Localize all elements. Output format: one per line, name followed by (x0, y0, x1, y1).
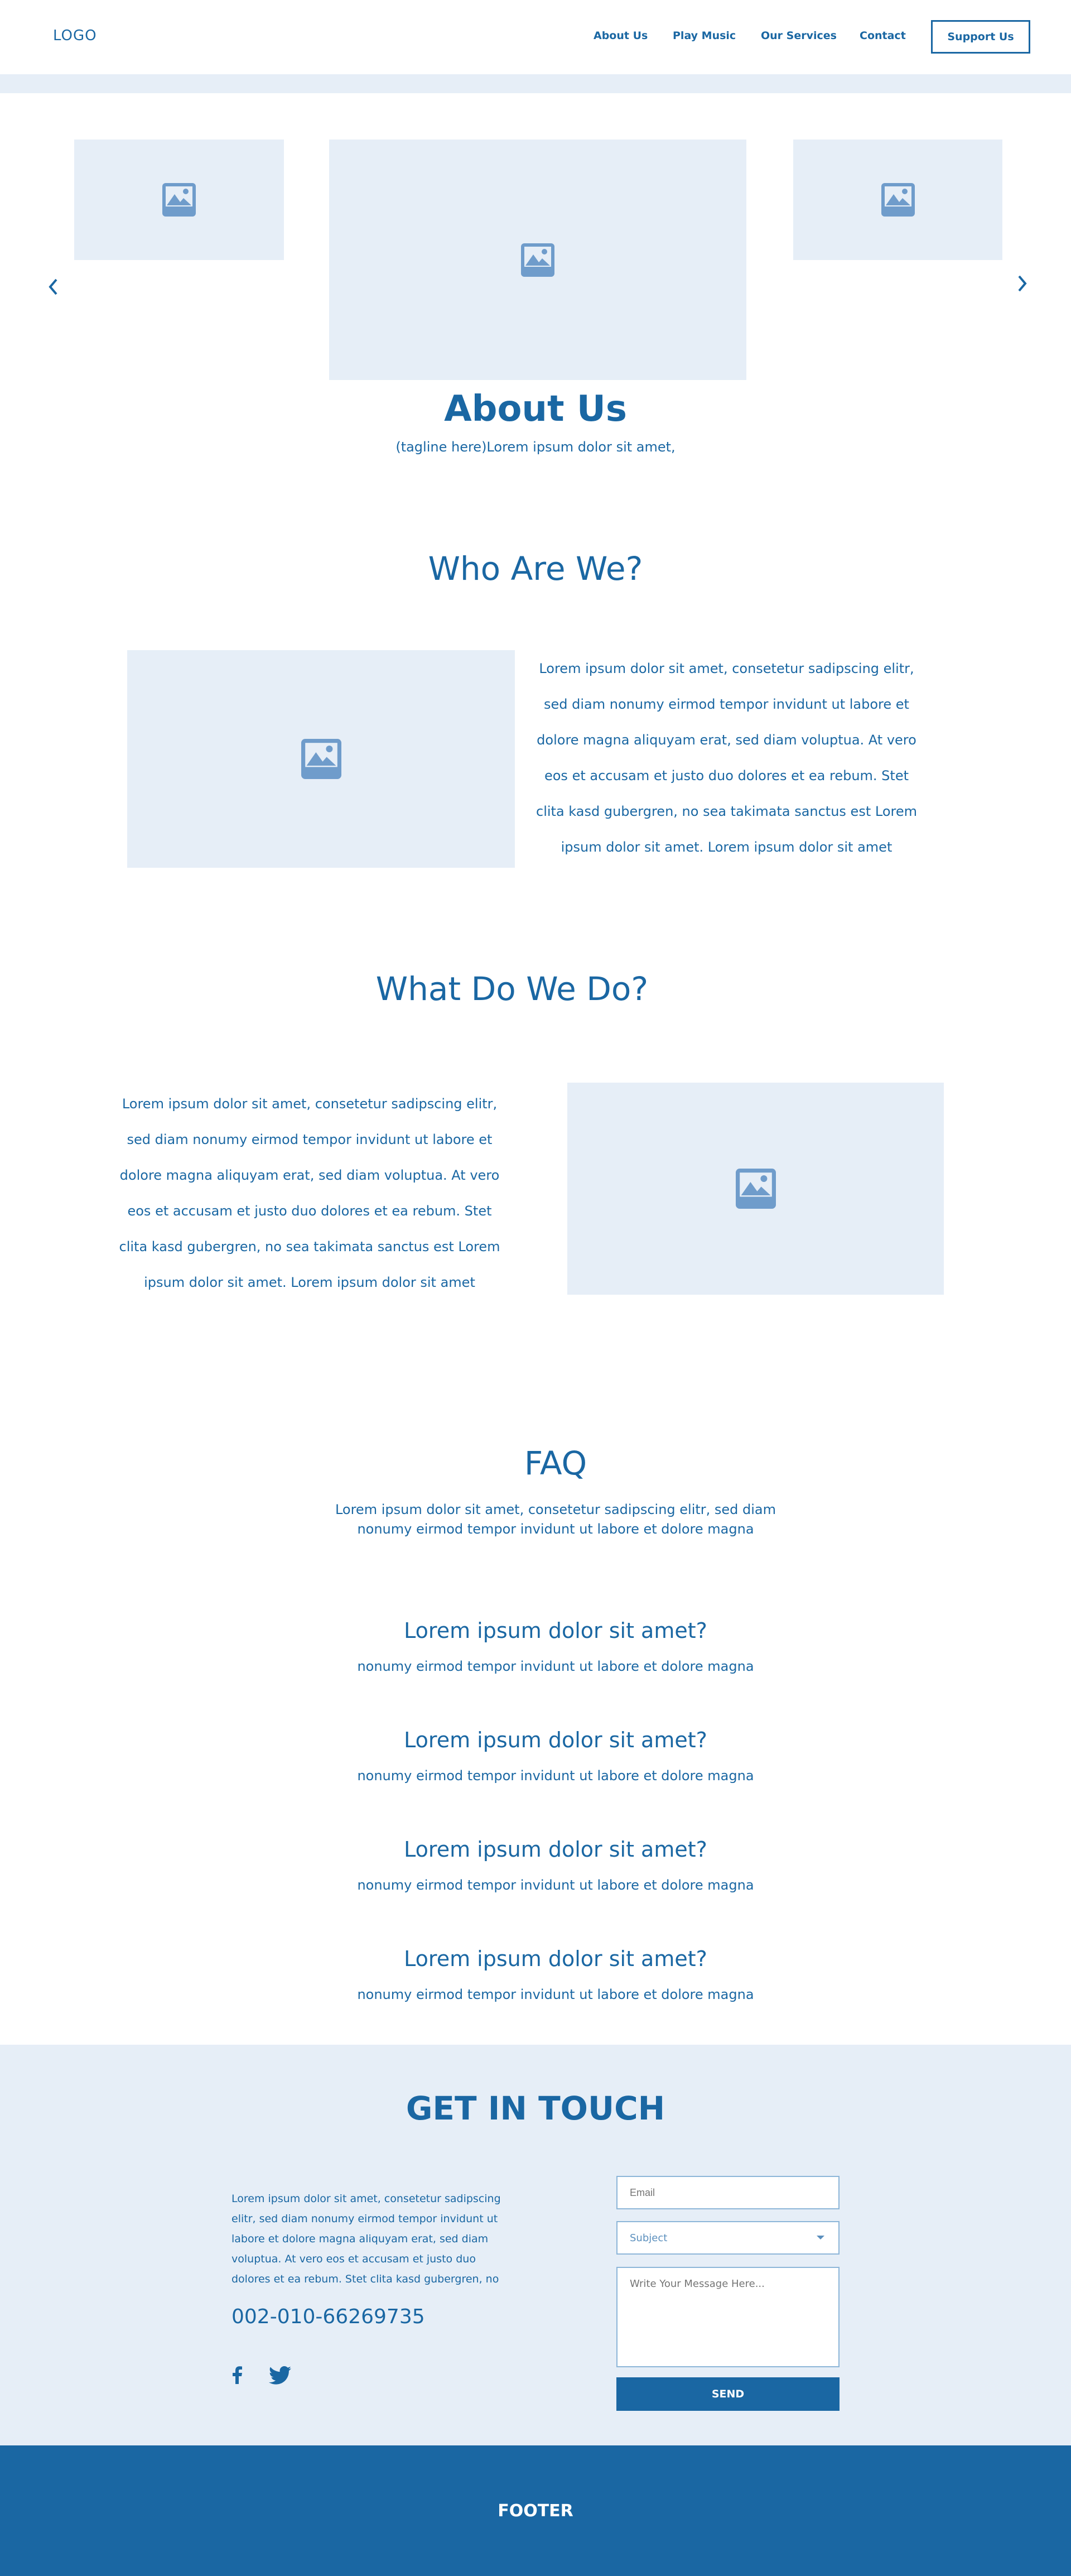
carousel-next-button[interactable] (1011, 272, 1033, 295)
faq-question[interactable]: Lorem ipsum dolor sit amet? (0, 1837, 1071, 1862)
image-icon (735, 1169, 776, 1209)
header-divider-band (0, 74, 1071, 93)
faq-item[interactable]: Lorem ipsum dolor sit amet? nonumy eirmo… (0, 1728, 1071, 1784)
about-us-title: About Us (444, 388, 627, 430)
who-are-we-text: Lorem ipsum dolor sit amet, consetetur s… (524, 651, 929, 865)
carousel-prev-button[interactable] (42, 276, 65, 298)
faq-question[interactable]: Lorem ipsum dolor sit amet? (0, 1947, 1071, 1971)
who-are-we-title: Who Are We? (428, 550, 643, 588)
faq-title: FAQ (524, 1444, 587, 1482)
faq-answer: nonumy eirmod tempor invidunt ut labore … (357, 1768, 754, 1784)
contact-text: Lorem ipsum dolor sit amet, consetetur s… (231, 2189, 533, 2289)
image-icon (162, 183, 196, 217)
text-line: Lorem ipsum dolor sit amet, consetetur s… (122, 1096, 498, 1112)
faq-intro: Lorem ipsum dolor sit amet, consetetur s… (0, 1500, 1071, 1539)
nav-contact[interactable]: Contact (860, 30, 906, 42)
twitter-icon[interactable] (269, 2366, 291, 2385)
subject-select[interactable]: Subject (616, 2221, 840, 2255)
subject-select-value: Subject (630, 2232, 668, 2244)
contact-title: GET IN TOUCH (406, 2089, 665, 2127)
site-footer: FOOTER (0, 2445, 1071, 2576)
text-line: clita kasd gubergren, no sea takimata sa… (119, 1239, 500, 1255)
chevron-right-icon (1018, 275, 1027, 292)
who-are-we-image (127, 650, 515, 868)
text-line: ipsum dolor sit amet. Lorem ipsum dolor … (561, 839, 893, 855)
carousel-slide-main[interactable] (329, 140, 746, 380)
text-line: sed diam nonumy eirmod tempor invidunt u… (127, 1132, 493, 1147)
nav-about-us[interactable]: About Us (594, 30, 648, 42)
text-line: dolore magna aliquyam erat, sed diam vol… (537, 732, 916, 748)
what-do-we-do-title: What Do We Do? (375, 970, 649, 1008)
logo[interactable]: LOGO (53, 27, 97, 44)
email-field[interactable] (616, 2176, 840, 2209)
image-icon (881, 183, 915, 217)
site-header: LOGO About Us Play Music Our Services Co… (0, 0, 1071, 74)
image-icon (301, 739, 341, 779)
faq-item[interactable]: Lorem ipsum dolor sit amet? nonumy eirmo… (0, 1618, 1071, 1674)
text-line: ipsum dolor sit amet. Lorem ipsum dolor … (144, 1275, 475, 1290)
what-do-we-do-image (567, 1083, 944, 1295)
carousel-slide-right[interactable] (793, 140, 1002, 260)
text-line: dolores et ea rebum. Stet clita kasd gub… (231, 2273, 499, 2285)
faq-answer: nonumy eirmod tempor invidunt ut labore … (357, 1987, 754, 2002)
facebook-icon[interactable] (231, 2366, 245, 2384)
text-line: eos et accusam et justo duo dolores et e… (127, 1203, 492, 1219)
send-button[interactable]: SEND (616, 2377, 840, 2411)
footer-label: FOOTER (498, 2501, 573, 2521)
contact-section: GET IN TOUCH Lorem ipsum dolor sit amet,… (0, 2045, 1071, 2445)
faq-answer: nonumy eirmod tempor invidunt ut labore … (357, 1877, 754, 1893)
faq-item[interactable]: Lorem ipsum dolor sit amet? nonumy eirmo… (0, 1837, 1071, 1893)
support-us-button[interactable]: Support Us (931, 20, 1030, 54)
faq-answer: nonumy eirmod tempor invidunt ut labore … (357, 1659, 754, 1674)
text-line: Lorem ipsum dolor sit amet, consetetur s… (539, 661, 914, 676)
text-line: Lorem ipsum dolor sit amet, consetetur s… (231, 2193, 501, 2205)
nav-play-music[interactable]: Play Music (673, 30, 736, 42)
contact-phone[interactable]: 002-010-66269735 (231, 2305, 425, 2328)
what-do-we-do-text: Lorem ipsum dolor sit amet, consetetur s… (114, 1086, 505, 1300)
text-line: clita kasd gubergren, no sea takimata sa… (536, 804, 917, 819)
text-line: eos et accusam et justo duo dolores et e… (544, 768, 909, 784)
image-icon (521, 243, 554, 277)
message-field[interactable] (616, 2267, 840, 2367)
text-line: dolore magna aliquyam erat, sed diam vol… (119, 1167, 500, 1183)
text-line: voluptua. At vero eos et accusam et just… (231, 2253, 476, 2265)
nav-our-services[interactable]: Our Services (761, 30, 837, 42)
faq-item[interactable]: Lorem ipsum dolor sit amet? nonumy eirmo… (0, 1947, 1071, 2002)
text-line: sed diam nonumy eirmod tempor invidunt u… (544, 696, 909, 712)
about-us-tagline: (tagline here)Lorem ipsum dolor sit amet… (395, 439, 676, 455)
faq-intro-line: Lorem ipsum dolor sit amet, consetetur s… (335, 1502, 776, 1517)
carousel-slide-left[interactable] (74, 140, 284, 260)
faq-intro-line: nonumy eirmod tempor invidunt ut labore … (357, 1521, 754, 1537)
faq-question[interactable]: Lorem ipsum dolor sit amet? (0, 1618, 1071, 1643)
text-line: elitr, sed diam nonumy eirmod tempor inv… (231, 2213, 498, 2225)
chevron-left-icon (49, 278, 57, 295)
text-line: labore et dolore magna aliquyam erat, se… (231, 2233, 489, 2245)
chevron-down-icon (817, 2236, 824, 2239)
faq-question[interactable]: Lorem ipsum dolor sit amet? (0, 1728, 1071, 1752)
